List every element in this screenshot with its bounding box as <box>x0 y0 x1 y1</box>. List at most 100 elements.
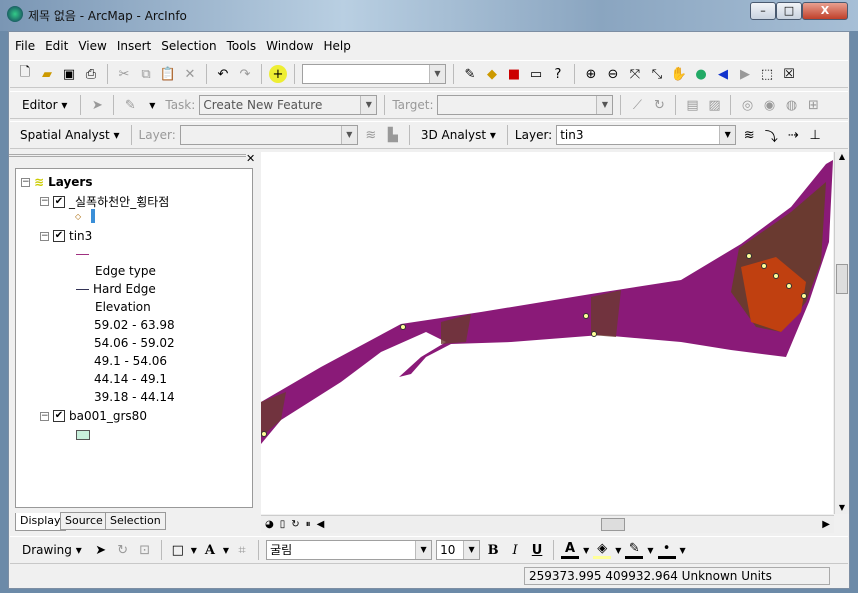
font-color-button[interactable]: A <box>561 541 580 559</box>
maximize-button[interactable]: □ <box>776 2 802 20</box>
zoom-out-icon[interactable]: ⊖ <box>604 65 622 83</box>
map-view[interactable] <box>261 152 833 514</box>
contour-icon[interactable]: ≋ <box>362 126 380 144</box>
delete-icon[interactable]: ✕ <box>181 65 199 83</box>
editor-menu[interactable]: Editor ▾ <box>16 98 73 112</box>
scroll-right-icon[interactable]: ▶ <box>822 519 830 530</box>
collapse-icon[interactable]: − <box>40 411 49 421</box>
layer-points[interactable]: − ✔ _실폭하천안_횡타점 <box>40 193 169 210</box>
chevron-down-icon[interactable]: ▼ <box>680 546 686 555</box>
font-size-combo[interactable]: 10 ▼ <box>436 540 481 560</box>
font-combo[interactable]: 굴림 ▼ <box>266 540 433 560</box>
line-of-sight-icon[interactable]: ⇢ <box>784 126 802 144</box>
vertical-scroll-thumb[interactable] <box>836 264 848 294</box>
edit-tool-icon[interactable]: ➤ <box>88 96 106 114</box>
chevron-down-icon[interactable]: ▼ <box>191 546 197 555</box>
validate-icon[interactable]: ◍ <box>782 96 800 114</box>
layer-tin3[interactable]: − ✔ tin3 <box>40 229 92 243</box>
menu-view[interactable]: View <box>73 36 111 56</box>
horizontal-scroll-thumb[interactable] <box>601 518 625 531</box>
toc-grip[interactable] <box>9 154 246 157</box>
layer-ba001[interactable]: − ✔ ba001_grs80 <box>40 409 147 423</box>
profile-icon[interactable]: ⊥ <box>806 126 824 144</box>
vertical-scrollbar[interactable]: ▲ ▼ <box>834 152 849 514</box>
scroll-up-icon[interactable]: ▲ <box>835 152 849 161</box>
chevron-down-icon[interactable]: ▼ <box>583 546 589 555</box>
attributes-icon[interactable]: ▤ <box>683 96 701 114</box>
open-icon[interactable]: ▰ <box>38 65 56 83</box>
zoom-in-icon[interactable]: ⊕ <box>582 65 600 83</box>
redo-icon[interactable]: ↷ <box>236 65 254 83</box>
select-elements-icon[interactable]: ➤ <box>92 541 110 559</box>
close-icon[interactable]: ✕ <box>246 152 255 165</box>
menu-insert[interactable]: Insert <box>112 36 156 56</box>
fixed-zoom-out-icon[interactable]: ⤡ <box>648 65 666 83</box>
editor-toolbar-icon[interactable]: ✎ <box>461 65 479 83</box>
data-view-icon[interactable]: ◕ <box>265 519 274 530</box>
undo-icon[interactable]: ↶ <box>214 65 232 83</box>
toc-root[interactable]: − ≋ Layers <box>21 175 92 189</box>
drawing-menu[interactable]: Drawing ▾ <box>16 543 88 557</box>
rotate-tool-icon[interactable]: ↻ <box>650 96 668 114</box>
spatial-layer-combo[interactable]: ▼ <box>179 125 358 145</box>
new-icon[interactable]: 🗋 <box>16 65 34 83</box>
print-icon[interactable]: ⎙ <box>82 65 100 83</box>
marker-color-icon[interactable]: • <box>657 541 676 559</box>
fixed-zoom-in-icon[interactable]: ⤧ <box>626 65 644 83</box>
collapse-icon[interactable]: − <box>40 197 49 206</box>
chevron-down-icon[interactable]: ▼ <box>143 96 161 114</box>
topology-icon[interactable]: ◎ <box>738 96 756 114</box>
refresh-icon[interactable]: ↻ <box>291 519 299 530</box>
sketch-properties-icon[interactable]: ▨ <box>705 96 723 114</box>
chevron-down-icon[interactable]: ▼ <box>615 546 621 555</box>
add-data-icon[interactable]: + <box>269 65 287 83</box>
sketch-tool-icon[interactable]: ✎ <box>121 96 139 114</box>
line-color-icon[interactable]: ✎ <box>625 541 644 559</box>
minimize-button[interactable]: – <box>750 2 776 20</box>
forward-icon[interactable]: ▶ <box>736 65 754 83</box>
chevron-down-icon[interactable]: ▼ <box>647 546 653 555</box>
command-line-icon[interactable]: ▭ <box>527 65 545 83</box>
back-icon[interactable]: ◀ <box>714 65 732 83</box>
collapse-icon[interactable]: − <box>40 231 49 241</box>
full-extent-icon[interactable]: ● <box>692 65 710 83</box>
histogram-icon[interactable]: ▙ <box>384 126 402 144</box>
pause-icon[interactable]: ⏸ <box>306 519 311 530</box>
italic-button[interactable]: I <box>506 541 524 559</box>
layout-view-icon[interactable]: ▯ <box>280 519 286 530</box>
select-features-icon[interactable]: ⬚ <box>758 65 776 83</box>
3d-layer-combo[interactable]: tin3 ▼ <box>556 125 737 145</box>
cut-icon[interactable]: ✂ <box>115 65 133 83</box>
whats-this-icon[interactable]: ? <box>549 65 567 83</box>
menu-file[interactable]: File <box>10 36 40 56</box>
menu-window[interactable]: Window <box>261 36 318 56</box>
task-combo[interactable]: Create New Feature ▼ <box>199 95 378 115</box>
close-button[interactable]: X <box>802 2 848 20</box>
tab-display[interactable]: Display <box>15 513 66 531</box>
paste-icon[interactable]: 📋 <box>159 65 177 83</box>
tab-source[interactable]: Source <box>60 512 108 530</box>
underline-button[interactable]: U <box>528 541 546 559</box>
save-icon[interactable]: ▣ <box>60 65 78 83</box>
rotate-icon[interactable]: ↻ <box>114 541 132 559</box>
menu-tools[interactable]: Tools <box>222 36 262 56</box>
tab-selection[interactable]: Selection <box>105 512 166 530</box>
rectangle-icon[interactable]: □ <box>169 541 187 559</box>
split-tool-icon[interactable]: ⟋ <box>628 96 646 114</box>
scroll-left-icon[interactable]: ◀ <box>317 519 325 530</box>
collapse-icon[interactable]: − <box>21 177 30 187</box>
menu-selection[interactable]: Selection <box>156 36 221 56</box>
clear-selection-icon[interactable]: ☒ <box>780 65 798 83</box>
steepest-path-icon[interactable]: ⤵ <box>762 126 780 145</box>
pan-icon[interactable]: ✋ <box>670 65 688 83</box>
layer-checkbox[interactable]: ✔ <box>53 410 65 422</box>
bold-button[interactable]: B <box>484 541 502 559</box>
topology-edit-icon[interactable]: ◉ <box>760 96 778 114</box>
fill-color-icon[interactable]: ◈ <box>593 541 612 559</box>
scroll-down-icon[interactable]: ▼ <box>835 503 849 512</box>
error-inspector-icon[interactable]: ⊞ <box>804 96 822 114</box>
zoom-to-selected-icon[interactable]: ⊡ <box>136 541 154 559</box>
target-combo[interactable]: ▼ <box>437 95 614 115</box>
arctoolbox-icon[interactable]: ■ <box>505 65 523 83</box>
spatial-analyst-menu[interactable]: Spatial Analyst ▾ <box>16 128 124 142</box>
